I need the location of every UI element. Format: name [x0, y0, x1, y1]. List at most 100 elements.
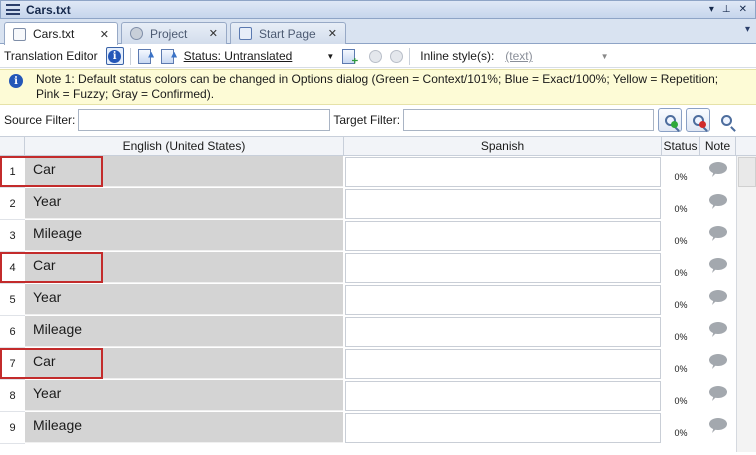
advanced-filter-button[interactable]	[714, 108, 738, 132]
source-cell[interactable]: Year	[25, 188, 343, 219]
table-row[interactable]: 4 Car 0%	[0, 252, 756, 284]
row-number-header	[0, 137, 25, 156]
target-cell[interactable]	[345, 253, 661, 283]
table-row[interactable]: 2 Year 0%	[0, 188, 756, 220]
status-cell: 0%	[674, 300, 688, 310]
green-dot-icon	[671, 121, 679, 128]
table-row[interactable]: 9 Mileage 0%	[0, 412, 756, 444]
start-page-icon	[239, 27, 252, 40]
status-cell: 0%	[674, 332, 688, 342]
info-button[interactable]: i	[105, 47, 124, 65]
target-cell[interactable]	[345, 285, 661, 315]
window-dropdown-icon[interactable]: ▾	[709, 4, 714, 15]
row-number: 8	[0, 380, 25, 412]
target-filter-label: Target Filter:	[333, 113, 401, 127]
info-icon: i	[108, 49, 122, 63]
source-cell[interactable]: Year	[25, 380, 343, 411]
comment-icon[interactable]	[709, 386, 727, 398]
add-status-button[interactable]	[339, 47, 357, 65]
row-number: 9	[0, 412, 25, 444]
window-titlebar: Cars.txt ▾ ⊥ ✕	[0, 0, 756, 19]
tab-close-icon[interactable]: ✕	[209, 27, 218, 40]
note-cell[interactable]	[700, 188, 736, 220]
note-cell[interactable]	[700, 220, 736, 252]
target-filter-input[interactable]	[403, 109, 655, 131]
target-cell[interactable]	[345, 381, 661, 411]
tab-close-icon[interactable]: ✕	[328, 27, 337, 40]
note-cell[interactable]	[700, 348, 736, 380]
tab-close-icon[interactable]: ✕	[100, 28, 109, 41]
toggle-off-icon	[390, 49, 404, 63]
source-cell[interactable]: Year	[25, 284, 343, 315]
note-cell[interactable]	[700, 412, 736, 444]
grid-header: English (United States) Spanish Status N…	[0, 137, 756, 156]
apply-filter-button[interactable]	[658, 108, 683, 132]
document-button[interactable]	[159, 47, 177, 65]
vertical-scrollbar[interactable]	[736, 156, 756, 452]
target-cell[interactable]	[345, 189, 661, 219]
table-row[interactable]: 7 Car 0%	[0, 348, 756, 380]
comment-icon[interactable]	[709, 290, 727, 302]
note-cell[interactable]	[700, 156, 736, 188]
tab-cars-txt[interactable]: Cars.txt ✕	[4, 22, 118, 45]
source-filter-input[interactable]	[78, 109, 331, 131]
inline-style-dropdown-arrow[interactable]: ▼	[601, 52, 609, 61]
red-dot-icon	[699, 121, 707, 128]
window-menu-icon[interactable]	[6, 4, 20, 15]
column-header-source[interactable]: English (United States)	[25, 137, 344, 156]
upload-button[interactable]	[136, 47, 154, 65]
target-cell[interactable]	[345, 157, 661, 187]
source-cell[interactable]: Car	[25, 156, 343, 187]
status-dropdown[interactable]: Status: Untranslated	[184, 49, 293, 63]
comment-icon[interactable]	[709, 418, 727, 430]
status-cell: 0%	[674, 364, 688, 374]
tab-start-page[interactable]: Start Page ✕	[230, 22, 346, 44]
note-cell[interactable]	[700, 380, 736, 412]
scrollbar-thumb[interactable]	[738, 157, 756, 187]
table-row[interactable]: 3 Mileage 0%	[0, 220, 756, 252]
table-row[interactable]: 1 Car 0%	[0, 156, 756, 188]
source-cell[interactable]: Car	[25, 348, 343, 379]
tab-label: Project	[150, 26, 188, 41]
pin-icon[interactable]: ⊥	[722, 4, 731, 15]
source-cell[interactable]: Mileage	[25, 316, 343, 347]
note-text: Note 1: Default status colors can be cha…	[36, 72, 719, 101]
status-cell: 0%	[674, 396, 688, 406]
table-row[interactable]: 6 Mileage 0%	[0, 316, 756, 348]
source-cell[interactable]: Car	[25, 252, 343, 283]
document-icon	[161, 48, 175, 64]
window-close-icon[interactable]: ✕	[739, 4, 747, 15]
comment-icon[interactable]	[709, 354, 727, 366]
note-cell[interactable]	[700, 252, 736, 284]
row-number: 4	[0, 252, 25, 284]
comment-icon[interactable]	[709, 226, 727, 238]
status-cell: 0%	[674, 172, 688, 182]
target-cell[interactable]	[345, 349, 661, 379]
column-header-note[interactable]: Note	[700, 137, 736, 156]
status-cell: 0%	[674, 428, 688, 438]
source-cell[interactable]: Mileage	[25, 220, 343, 251]
editor-label: Translation Editor	[4, 49, 98, 63]
source-cell[interactable]: Mileage	[25, 412, 343, 443]
target-cell[interactable]	[345, 221, 661, 251]
comment-icon[interactable]	[709, 194, 727, 206]
column-header-status[interactable]: Status	[662, 137, 700, 156]
column-header-target[interactable]: Spanish	[344, 137, 662, 156]
table-row[interactable]: 8 Year 0%	[0, 380, 756, 412]
clear-filter-button[interactable]	[686, 108, 711, 132]
tab-label: Start Page	[259, 26, 316, 41]
table-row[interactable]: 5 Year 0%	[0, 284, 756, 316]
window-controls: ▾ ⊥ ✕	[709, 4, 747, 15]
comment-icon[interactable]	[709, 258, 727, 270]
comment-icon[interactable]	[709, 162, 727, 174]
status-dropdown-arrow[interactable]: ▼	[326, 52, 334, 61]
note-cell[interactable]	[700, 284, 736, 316]
document-tab-strip: Cars.txt ✕ Project ✕ Start Page ✕ ▾	[0, 19, 756, 45]
note-cell[interactable]	[700, 316, 736, 348]
tab-overflow-icon[interactable]: ▾	[745, 24, 750, 35]
target-cell[interactable]	[345, 317, 661, 347]
inline-style-dropdown[interactable]: (text)	[505, 49, 532, 63]
target-cell[interactable]	[345, 413, 661, 443]
comment-icon[interactable]	[709, 322, 727, 334]
tab-project[interactable]: Project ✕	[121, 22, 227, 44]
